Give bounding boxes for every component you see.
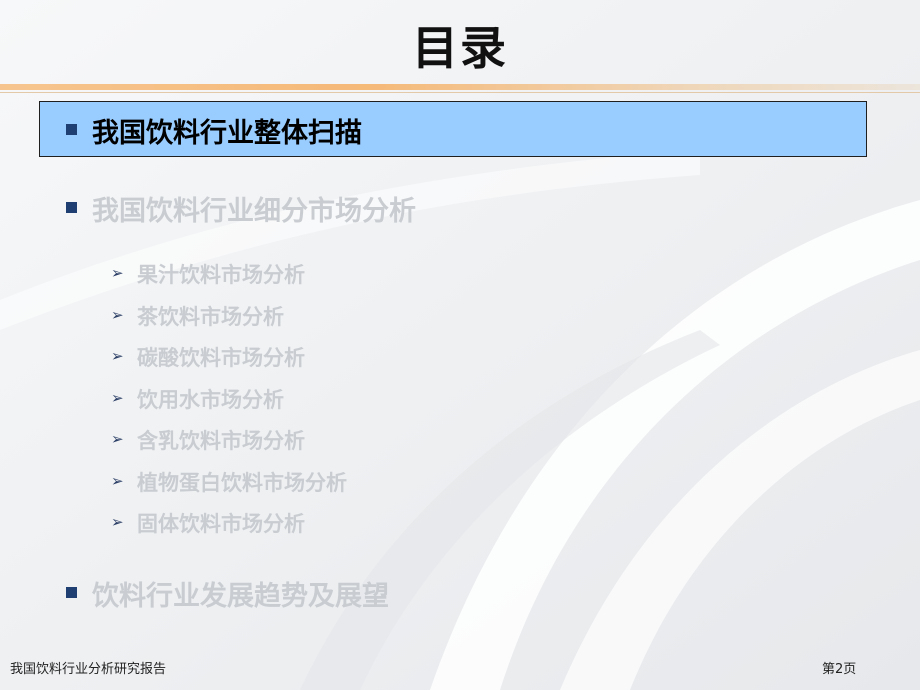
section-bullet-icon (66, 202, 77, 213)
page-title: 目录 (412, 21, 508, 75)
arrow-bullet-icon: ➢ (111, 513, 124, 531)
footer-doc-title: 我国饮料行业分析研究报告 (10, 662, 167, 677)
subitem-carbonated[interactable]: 碳酸饮料市场分析 (137, 342, 305, 372)
subitem-juice[interactable]: 果汁饮料市场分析 (137, 259, 305, 289)
arrow-bullet-icon: ➢ (111, 472, 124, 490)
footer-page-number: 第2页 (822, 662, 857, 677)
subitem-plant-protein[interactable]: 植物蛋白饮料市场分析 (137, 467, 347, 497)
arrow-bullet-icon: ➢ (111, 306, 124, 324)
subitem-solid[interactable]: 固体饮料市场分析 (137, 508, 305, 538)
title-divider (0, 84, 920, 90)
arrow-bullet-icon: ➢ (111, 430, 124, 448)
arrow-bullet-icon: ➢ (111, 347, 124, 365)
section-item-trends[interactable]: 饮料行业发展趋势及展望 (92, 574, 389, 613)
section-bullet-icon (66, 587, 77, 598)
section-item-segment-analysis[interactable]: 我国饮料行业细分市场分析 (92, 189, 416, 228)
subitem-dairy[interactable]: 含乳饮料市场分析 (137, 425, 305, 455)
section-item-overall-scan[interactable]: 我国饮料行业整体扫描 (92, 111, 362, 150)
section-bullet-icon (66, 124, 77, 135)
arrow-bullet-icon: ➢ (111, 264, 124, 282)
subitem-water[interactable]: 饮用水市场分析 (137, 384, 284, 414)
title-divider-thin (0, 92, 920, 93)
arrow-bullet-icon: ➢ (111, 389, 124, 407)
subitem-tea[interactable]: 茶饮料市场分析 (137, 301, 284, 331)
